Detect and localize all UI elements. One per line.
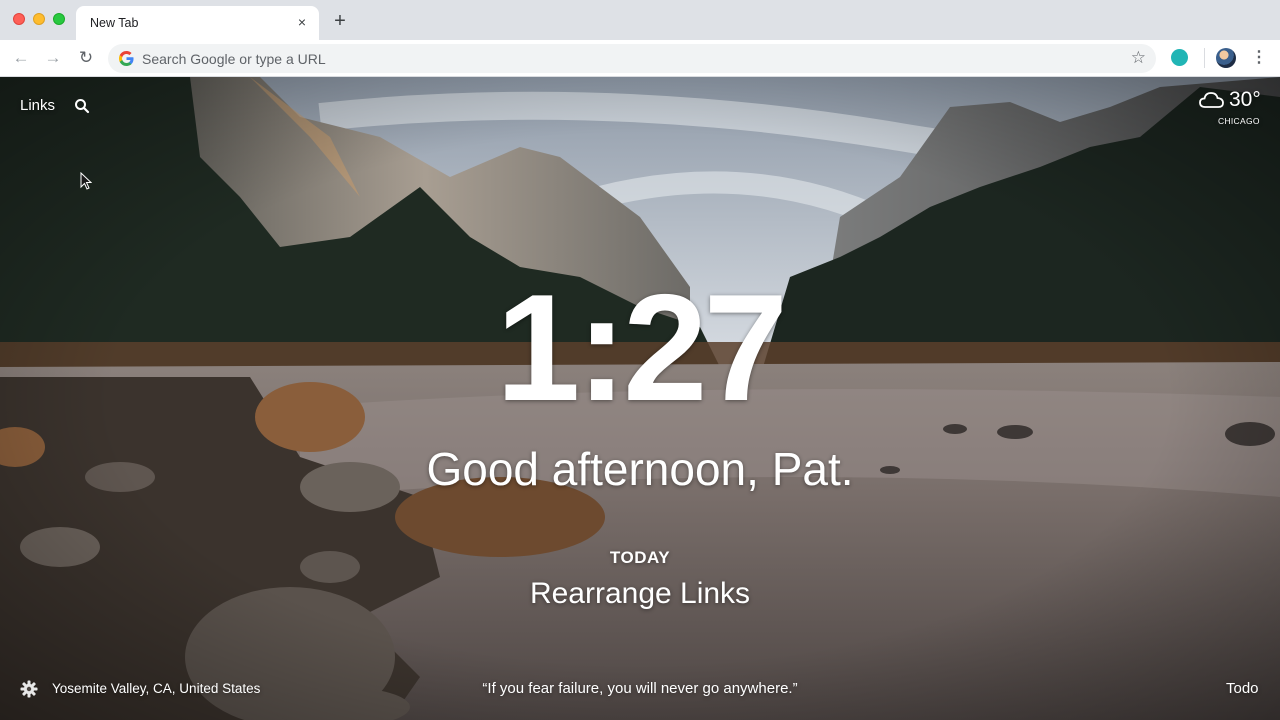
tab-strip: New Tab × + (0, 0, 1280, 40)
links-toggle[interactable]: Links (20, 97, 55, 114)
extension-icon[interactable] (1171, 49, 1188, 66)
minimize-window-button[interactable] (33, 13, 45, 25)
cloud-icon[interactable] (1199, 90, 1225, 110)
weather-temperature[interactable]: 30° (1229, 88, 1261, 112)
new-tab-page: Links 30° CHICAGO 1:27 Good afternoon, P… (0, 77, 1280, 720)
todo-button[interactable]: Todo (1226, 680, 1259, 697)
zoom-window-button[interactable] (53, 13, 65, 25)
forward-button[interactable]: → (43, 48, 63, 68)
tab-new-tab[interactable]: New Tab × (76, 6, 319, 40)
weather-city: CHICAGO (1218, 116, 1260, 126)
chrome-menu-icon[interactable]: ⋮ (1251, 47, 1267, 69)
clock: 1:27 (495, 263, 788, 433)
close-window-button[interactable] (13, 13, 25, 25)
greeting: Good afternoon, Pat. (426, 443, 854, 495)
focus-label: TODAY (609, 548, 671, 567)
new-tab-button[interactable]: + (330, 11, 350, 31)
close-tab-icon[interactable]: × (294, 14, 310, 30)
focus-task[interactable]: Rearrange Links (0, 577, 1280, 611)
search-icon[interactable] (74, 98, 90, 114)
mouse-cursor-icon (80, 172, 92, 190)
address-bar-placeholder: Search Google or type a URL (142, 51, 326, 67)
google-icon (119, 51, 134, 66)
address-bar[interactable]: Search Google or type a URL ☆ (108, 44, 1156, 73)
bookmark-star-icon[interactable]: ☆ (1131, 48, 1146, 68)
profile-avatar[interactable] (1216, 48, 1236, 68)
tab-title: New Tab (90, 16, 139, 30)
browser-toolbar: ← → ↻ Search Google or type a URL ☆ (0, 40, 1280, 77)
daily-quote[interactable]: “If you fear failure, you will never go … (0, 680, 1280, 697)
back-button[interactable]: ← (11, 48, 31, 68)
toolbar-divider (1204, 48, 1205, 68)
reload-button[interactable]: ↻ (76, 48, 96, 68)
